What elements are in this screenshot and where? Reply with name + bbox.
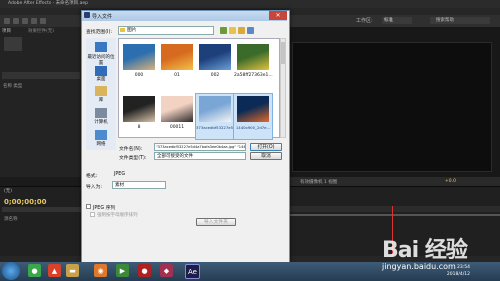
file-name-label[interactable]: 00011: [158, 125, 196, 130]
place-desktop[interactable]: 桌面: [86, 76, 116, 82]
filetype-select[interactable]: 全部可接受的文件: [154, 152, 246, 160]
camera-tool-icon[interactable]: [40, 18, 46, 24]
dialog-title: 导入文件: [92, 14, 113, 20]
view-menu-icon[interactable]: [247, 27, 254, 34]
dialog-title-bar[interactable]: [82, 11, 287, 21]
file-name-label[interactable]: 000: [120, 73, 158, 78]
import-folder-button[interactable]: 导入文件夹: [196, 218, 236, 226]
time-ruler[interactable]: [288, 206, 500, 212]
recent-places-icon[interactable]: [95, 42, 107, 52]
windows-start-icon[interactable]: [2, 262, 20, 280]
jpeg-sequence-label: JPEG 序列: [93, 206, 116, 211]
force-alpha-checkbox[interactable]: [90, 212, 95, 217]
firefox-icon[interactable]: ◉: [94, 264, 107, 277]
format-value: JPEG: [114, 172, 126, 177]
import-as-select[interactable]: 素材: [112, 181, 166, 189]
project-tab[interactable]: 项目: [2, 28, 11, 34]
exposure-value[interactable]: +0.0: [445, 179, 456, 184]
timeline-search-input[interactable]: [2, 207, 82, 212]
app-title: Adobe After Effects - 未命名项目.aep: [8, 1, 88, 6]
place-network[interactable]: 网络: [86, 141, 116, 147]
lookin-select[interactable]: 图片: [118, 26, 214, 35]
image-thumbnail[interactable]: [199, 44, 231, 70]
watermark-url: jingyan.baidu.com: [382, 262, 456, 271]
viewer-camera-label[interactable]: 有效摄像机 1 视图: [300, 179, 337, 185]
timecode-display[interactable]: 0;00;00;00: [4, 198, 47, 206]
lookin-label: 查找范围(I):: [86, 30, 112, 35]
app-red-icon[interactable]: ▲: [48, 264, 61, 277]
open-button[interactable]: 打开(O): [250, 143, 282, 151]
composition-canvas[interactable]: [292, 42, 492, 172]
file-name-label[interactable]: 373acedbf53227e5d4a7bafa...: [196, 125, 255, 130]
image-thumbnail[interactable]: [237, 44, 269, 70]
baidu-watermark-logo: Bai 经验: [382, 238, 468, 263]
close-button[interactable]: ✕: [269, 11, 287, 20]
hand-tool-icon[interactable]: [13, 18, 19, 24]
filetype-label: 文件类型(T):: [119, 156, 147, 161]
filename-label: 文件名(N):: [119, 147, 143, 152]
filename-input[interactable]: "373acedbf53227e5d4a7bafa3ee0b4aa.jpg" "…: [154, 143, 246, 151]
app-title-bar: Adobe After Effects - 未命名项目.aep: [0, 0, 500, 8]
folder-icon: [120, 28, 125, 32]
jpeg-sequence-checkbox[interactable]: [86, 204, 91, 209]
network-icon[interactable]: [95, 130, 107, 140]
search-help-input[interactable]: 搜索帮助: [430, 17, 490, 24]
ae-app-icon: [84, 12, 90, 18]
force-alpha-label: 强制按字母顺序排列: [97, 213, 138, 218]
image-thumbnail[interactable]: [199, 96, 231, 122]
work-area-bar[interactable]: [288, 214, 500, 216]
zoom-tool-icon[interactable]: [22, 18, 28, 24]
workspace-select[interactable]: 标准: [382, 17, 412, 24]
scrollbar-thumb[interactable]: [281, 42, 285, 64]
libraries-icon[interactable]: [95, 86, 107, 96]
project-panel: 项目 效果控件(无) 名称 类型: [0, 27, 83, 177]
image-thumbnail[interactable]: [161, 44, 193, 70]
image-thumbnail[interactable]: [161, 96, 193, 122]
place-libraries[interactable]: 库: [86, 97, 116, 103]
project-search-input[interactable]: [2, 72, 80, 79]
effects-controls-tab[interactable]: 效果控件(无): [28, 28, 54, 34]
media-player-icon[interactable]: ▶: [116, 264, 129, 277]
project-thumbnail: [4, 37, 22, 51]
app-pink-icon[interactable]: ◆: [160, 264, 173, 277]
file-name-label[interactable]: 1440x900_2d7e...: [234, 125, 272, 130]
clock-date[interactable]: 2018/4/12: [440, 272, 470, 277]
back-icon[interactable]: [220, 27, 227, 34]
places-bar: 最近访问的位置 桌面 库 计算机 网络: [86, 38, 116, 150]
after-effects-icon[interactable]: Ae: [185, 264, 200, 279]
timeline-tab[interactable]: (无): [4, 188, 12, 194]
computer-icon[interactable]: [95, 108, 107, 118]
image-thumbnail[interactable]: [123, 44, 155, 70]
desktop-icon[interactable]: [95, 66, 107, 76]
file-name-label[interactable]: 2a58ff27363e1...: [234, 73, 273, 78]
cancel-button[interactable]: 取消: [250, 152, 282, 160]
image-thumbnail[interactable]: [237, 96, 269, 122]
file-name-label[interactable]: 8: [120, 125, 158, 130]
format-label: 格式:: [86, 174, 98, 179]
project-columns: 名称 类型: [3, 84, 23, 89]
rotate-tool-icon[interactable]: [31, 18, 37, 24]
place-computer[interactable]: 计算机: [86, 119, 116, 125]
record-app-icon[interactable]: ●: [138, 264, 151, 277]
selection-tool-icon[interactable]: [4, 18, 10, 24]
workspace-label: 工作区:: [356, 18, 373, 24]
timeline-columns: 源名称: [4, 217, 18, 222]
image-thumbnail[interactable]: [123, 96, 155, 122]
app-green-icon[interactable]: ●: [28, 264, 41, 277]
explorer-icon[interactable]: ▬: [66, 264, 79, 277]
new-folder-icon[interactable]: [238, 27, 245, 34]
file-name-label[interactable]: 01: [158, 73, 196, 78]
place-recent[interactable]: 最近访问的位置: [86, 54, 116, 66]
import-as-label: 导入为:: [86, 185, 103, 190]
up-folder-icon[interactable]: [229, 27, 236, 34]
file-name-label[interactable]: 002: [196, 73, 234, 78]
